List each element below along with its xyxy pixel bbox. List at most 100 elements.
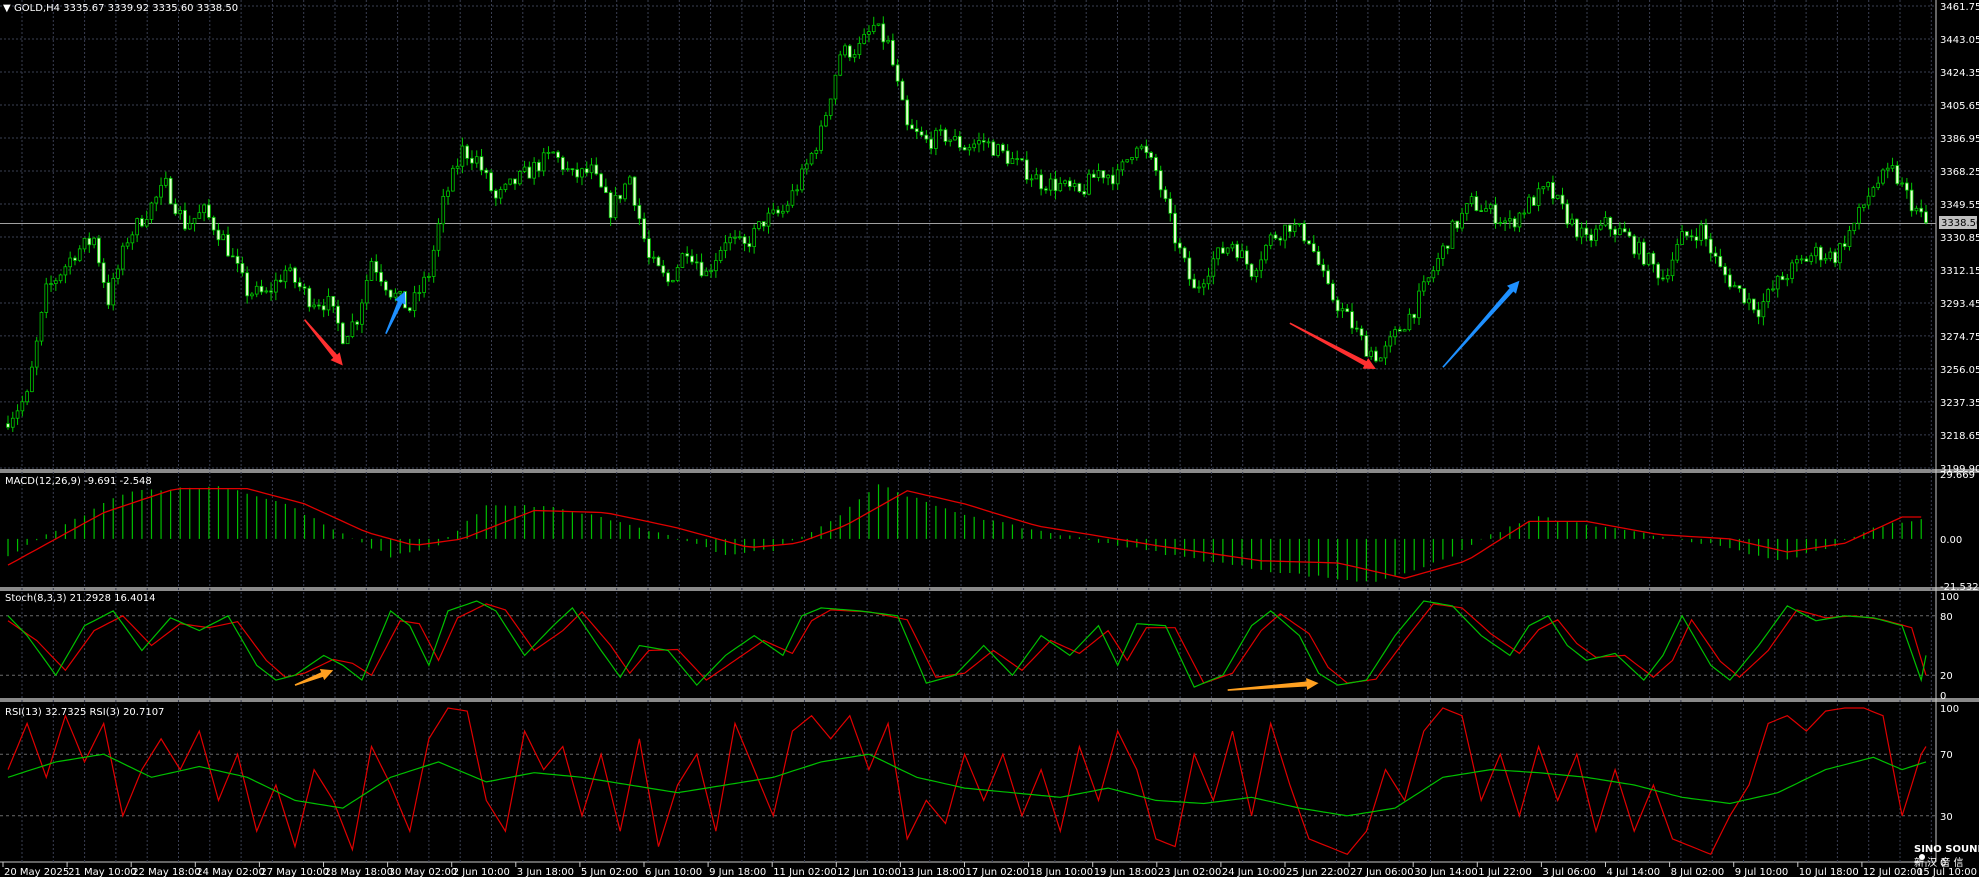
candle-body — [1206, 275, 1211, 285]
price-tick-label: 3237.35 — [1940, 398, 1979, 409]
candle-body — [1780, 275, 1785, 281]
candle-body — [891, 40, 895, 66]
candle-body — [1058, 183, 1063, 192]
candle-body — [795, 189, 800, 192]
candle-body — [1670, 259, 1675, 277]
chart-menu-icon[interactable]: ▼ — [3, 3, 11, 14]
time-tick-label: 19 Jun 18:00 — [1094, 867, 1158, 877]
time-tick-label: 8 Jul 02:00 — [1671, 867, 1725, 877]
candle-body — [752, 228, 756, 248]
candle-body — [575, 169, 580, 178]
candle-body — [1292, 224, 1297, 233]
candle-body — [1106, 174, 1110, 179]
candle-body — [1713, 252, 1718, 257]
candle-body — [1331, 283, 1335, 301]
candle-body — [1924, 211, 1928, 224]
candle-body — [44, 283, 49, 313]
candle-body — [326, 296, 331, 311]
candle-body — [1517, 212, 1522, 228]
candle-body — [1790, 262, 1794, 279]
candle-body — [943, 129, 948, 142]
candle-body — [1398, 329, 1402, 332]
candle-body — [1421, 281, 1426, 292]
candle-body — [1240, 250, 1244, 259]
candle-body — [77, 248, 82, 261]
candle-body — [1192, 278, 1197, 289]
candle-body — [876, 23, 881, 26]
candle-body — [1632, 235, 1637, 255]
candle-body — [1254, 269, 1259, 278]
time-tick-label: 28 May 18:00 — [325, 867, 394, 877]
price-tick-label: 3349.55 — [1940, 200, 1979, 211]
candle-body — [714, 260, 718, 272]
time-tick-label: 24 May 02:00 — [196, 867, 265, 877]
trading-chart[interactable]: 3461.75 3443.05 3424.35 3405.65 3386.95 3368.… — [0, 0, 1979, 877]
candle-body — [761, 221, 766, 227]
candle-body — [498, 189, 503, 199]
candle-body — [1464, 203, 1469, 214]
candle-body — [905, 99, 910, 126]
candle-body — [1627, 231, 1632, 237]
candle-body — [1268, 234, 1273, 246]
candle-body — [20, 401, 25, 412]
candle-body — [508, 178, 513, 185]
candle-body — [1613, 228, 1617, 236]
candle-body — [1048, 178, 1053, 191]
candle-body — [1498, 222, 1503, 224]
candle-body — [699, 261, 704, 277]
candle-body — [1603, 217, 1608, 226]
candle-body — [1125, 159, 1130, 163]
candle-body — [1665, 275, 1670, 280]
candle-body — [120, 245, 125, 270]
candle-body — [1249, 263, 1254, 278]
time-tick-label: 22 May 18:00 — [132, 867, 201, 877]
candle-body — [216, 229, 221, 241]
candle-body — [388, 289, 393, 298]
candle-body — [1412, 313, 1417, 319]
candle-body — [125, 242, 130, 247]
candle-body — [1474, 196, 1479, 211]
candle-body — [407, 307, 412, 311]
candle-body — [709, 270, 713, 273]
pane-separator — [0, 698, 1979, 702]
candle-body — [1087, 173, 1091, 195]
svg-text:3338.50: 3338.50 — [1941, 218, 1979, 229]
candle-body — [661, 265, 666, 274]
candle-body — [608, 192, 613, 219]
candle-body — [1316, 251, 1321, 266]
time-tick-label: 30 May 02:00 — [389, 867, 458, 877]
candle-body — [412, 292, 417, 311]
candle-body — [264, 290, 269, 293]
candle-body — [1393, 329, 1397, 338]
candle-body — [130, 234, 135, 244]
candle-body — [1737, 285, 1742, 289]
candle-body — [1082, 191, 1087, 195]
candle-body — [494, 190, 498, 199]
candle-body — [1546, 182, 1550, 188]
candle-body — [1431, 270, 1436, 279]
candle-body — [986, 141, 991, 144]
candle-body — [1163, 189, 1168, 200]
candle-body — [1273, 234, 1278, 239]
candle-body — [1020, 158, 1024, 161]
candle-body — [881, 23, 886, 43]
candle-body — [1531, 196, 1536, 206]
candle-body — [565, 168, 570, 171]
stoch-tick-label: 20 — [1940, 671, 1953, 682]
candle-body — [489, 172, 493, 192]
candle-body — [1445, 245, 1450, 249]
candle-body — [1608, 217, 1613, 230]
candle-body — [685, 253, 690, 257]
candle-body — [1895, 165, 1900, 185]
time-tick-label: 9 Jun 18:00 — [709, 867, 766, 877]
candle-body — [187, 223, 192, 230]
candle-body — [288, 267, 293, 271]
candle-body — [742, 236, 747, 244]
price-tick-label: 3293.45 — [1940, 299, 1979, 310]
candle-body — [1905, 182, 1909, 191]
candle-body — [1450, 220, 1455, 249]
candle-body — [1919, 207, 1924, 213]
candle-body — [470, 157, 474, 164]
svg-text:新 汉 音 信: 新 汉 音 信 — [1914, 856, 1964, 869]
candle-body — [656, 256, 661, 267]
